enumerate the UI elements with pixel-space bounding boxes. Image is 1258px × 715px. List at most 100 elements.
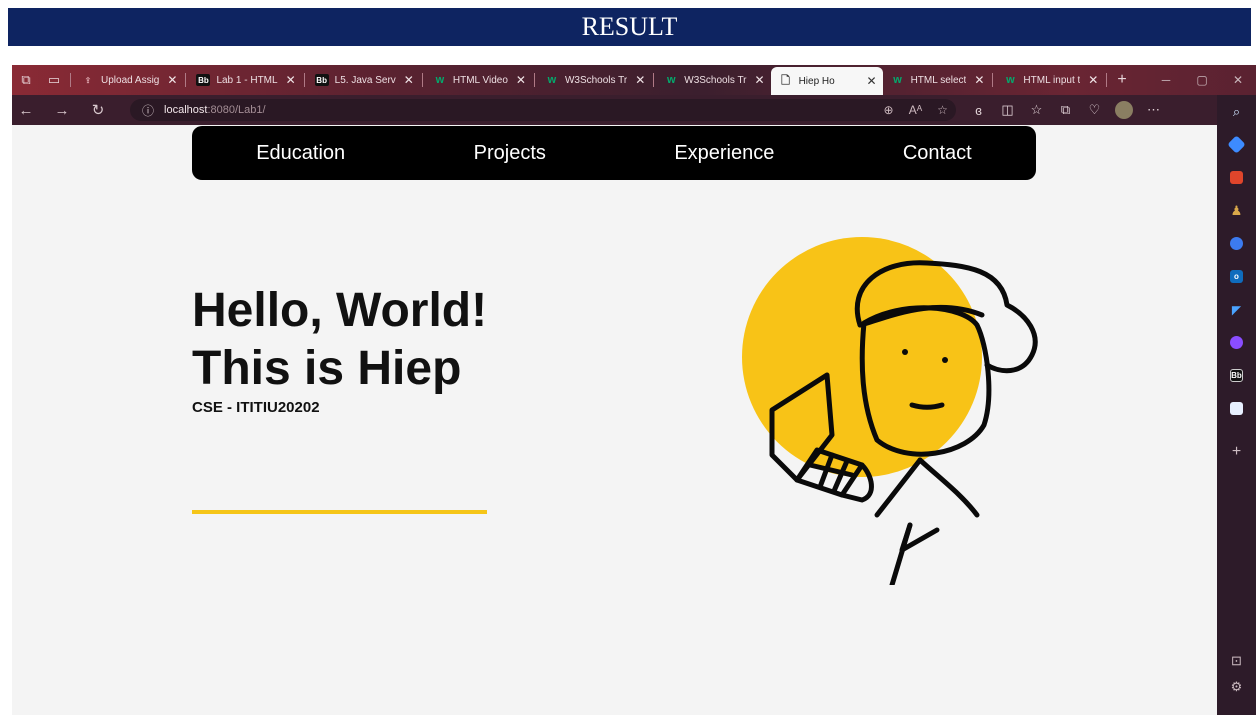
tab-separator [421, 73, 423, 87]
tab-close-icon[interactable]: ✕ [755, 73, 765, 87]
more-options-icon[interactable]: ⋯ [1139, 102, 1168, 118]
read-aloud-icon[interactable]: Aᴬ [902, 103, 929, 117]
sidebar-outlook-icon[interactable]: o [1217, 260, 1256, 293]
maximize-icon[interactable]: ▢ [1184, 73, 1220, 87]
favorites-icon[interactable]: ☆ [1022, 102, 1051, 118]
blackboard-icon: Bb [1230, 369, 1243, 382]
tab-actions-icon[interactable]: ▭ [40, 65, 68, 95]
new-tab-icon[interactable]: + [1109, 71, 1134, 89]
tab-w3schools-1[interactable]: w W3Schools Tr ✕ [537, 65, 651, 95]
result-banner: RESULT [8, 8, 1251, 46]
back-icon[interactable]: ← [12, 102, 40, 119]
sidebar-search-icon[interactable]: ⌕ [1217, 95, 1256, 128]
site-navbar: Education Projects Experience Contact [192, 126, 1036, 180]
address-bar[interactable]: ⓘ localhost:8080/Lab1/ ⊕ Aᴬ ☆ [130, 99, 956, 121]
tab-html-video[interactable]: w HTML Video ✕ [425, 65, 532, 95]
tab-title: HTML input t [1023, 74, 1081, 86]
tab-html-select[interactable]: w HTML select ✕ [883, 65, 991, 95]
app-icon [1230, 402, 1243, 415]
nav-projects[interactable]: Projects [474, 142, 546, 165]
tag-icon [1227, 135, 1246, 154]
plus-icon: + [1231, 442, 1242, 460]
tab-close-icon[interactable]: ✕ [286, 73, 296, 87]
tab-close-icon[interactable]: ✕ [974, 73, 984, 87]
tab-title: Upload Assig [101, 74, 160, 86]
tab-close-icon[interactable]: ✕ [404, 73, 414, 87]
collar-line [899, 522, 940, 553]
zoom-icon[interactable]: ⊕ [875, 103, 902, 117]
w3schools-favicon-icon: w [547, 74, 557, 86]
mouth [909, 402, 945, 410]
sidebar-shopping-icon[interactable] [1217, 128, 1256, 161]
forward-icon[interactable]: → [48, 102, 76, 119]
tab-upload-assignment[interactable]: ⇪ Upload Assig ✕ [73, 65, 183, 95]
window-controls: ─ ▢ ✕ [1148, 73, 1256, 87]
hero-section: Hello, World! This is Hiep CSE - ITITIU2… [192, 282, 487, 416]
sidebar-m365-icon[interactable] [1217, 227, 1256, 260]
sidebar-games-icon[interactable]: ♟ [1217, 194, 1256, 227]
w3schools-favicon-icon: w [1006, 74, 1015, 86]
tab-l5-java[interactable]: Bb L5. Java Serv ✕ [307, 65, 420, 95]
sidebar-add-icon[interactable]: + [1217, 435, 1256, 468]
sidebar-settings-icon[interactable]: ⊡ ⚙ [1217, 653, 1256, 695]
nav-experience[interactable]: Experience [674, 142, 774, 165]
close-window-icon[interactable]: ✕ [1220, 73, 1256, 87]
page-favicon-icon: 🗋 [781, 74, 790, 87]
blackboard-favicon-icon: Bb [196, 74, 211, 86]
sidebar-messenger-icon[interactable] [1217, 326, 1256, 359]
tab-hiep-ho[interactable]: 🗋 Hiep Ho ✕ [770, 67, 883, 95]
browser-toolbar: ← → ↻ ⓘ localhost:8080/Lab1/ ⊕ Aᴬ ☆ ɞ ◫ … [12, 95, 1256, 125]
hero-illustration [742, 237, 1038, 585]
sidebar-blackboard-icon[interactable]: Bb [1217, 359, 1256, 392]
tab-title: W3Schools Tr [564, 74, 628, 86]
tab-close-icon[interactable]: ✕ [635, 73, 645, 87]
workspaces-icon[interactable]: ⧉ [12, 65, 40, 95]
search-icon: ⌕ [1232, 103, 1241, 119]
tab-close-icon[interactable]: ✕ [516, 73, 526, 87]
tab-close-icon[interactable]: ✕ [1088, 73, 1098, 87]
sidebar-drop-icon[interactable]: ◤ [1217, 293, 1256, 326]
sidebar-tools-icon[interactable] [1217, 161, 1256, 194]
sidebar-app-icon[interactable] [1217, 392, 1256, 425]
outlook-icon: o [1230, 270, 1243, 283]
w3schools-favicon-icon: w [893, 74, 902, 86]
shoulder-line [917, 457, 980, 518]
banner-title: RESULT [581, 12, 678, 41]
tab-separator [303, 73, 305, 87]
messenger-icon [1230, 336, 1243, 349]
favorite-star-icon[interactable]: ☆ [929, 103, 956, 117]
toolbar-icons: ɞ ◫ ☆ ⧉ ♡ ⋯ [964, 95, 1168, 125]
gear-icon[interactable]: ⚙ [1231, 679, 1243, 695]
upload-favicon-icon: ⇪ [84, 75, 92, 85]
bubble-icon [1230, 237, 1243, 250]
tab-separator [533, 73, 535, 87]
copilot-refresh-icon[interactable]: ɞ [964, 103, 993, 118]
right-eye [942, 357, 948, 363]
browser-essentials-icon[interactable]: ♡ [1080, 102, 1109, 118]
browser-window: ⧉ ▭ ⇪ Upload Assig ✕ Bb Lab 1 - HTML ✕ B… [12, 65, 1256, 715]
edge-sidebar: ⌕ ♟ o ◤ Bb + ⊡ ⚙ [1217, 95, 1256, 715]
tab-title: L5. Java Serv [334, 74, 396, 86]
tab-separator [992, 73, 994, 87]
tab-title: Lab 1 - HTML [216, 74, 278, 86]
url-path: :8080/Lab1/ [207, 104, 266, 116]
tab-lab1-html[interactable]: Bb Lab 1 - HTML ✕ [188, 65, 301, 95]
left-eye [902, 349, 908, 355]
nav-education[interactable]: Education [256, 142, 345, 165]
site-info-icon[interactable]: ⓘ [142, 102, 154, 119]
tab-close-icon[interactable]: ✕ [867, 74, 877, 88]
profile-avatar[interactable] [1115, 101, 1133, 119]
tab-html-input[interactable]: w HTML input t ✕ [995, 65, 1104, 95]
chess-icon: ♟ [1230, 202, 1243, 218]
nav-contact[interactable]: Contact [903, 142, 972, 165]
tab-w3schools-2[interactable]: w W3Schools Tr ✕ [656, 65, 770, 95]
refresh-icon[interactable]: ↻ [84, 101, 112, 119]
collections-icon[interactable]: ⧉ [1051, 102, 1080, 118]
url-host: localhost [164, 104, 208, 116]
hide-sidebar-icon[interactable]: ⊡ [1231, 653, 1242, 668]
tab-close-icon[interactable]: ✕ [167, 73, 177, 87]
split-screen-icon[interactable]: ◫ [993, 102, 1022, 118]
tab-separator [1106, 73, 1108, 87]
minimize-icon[interactable]: ─ [1148, 73, 1184, 87]
accent-underline [192, 510, 487, 514]
